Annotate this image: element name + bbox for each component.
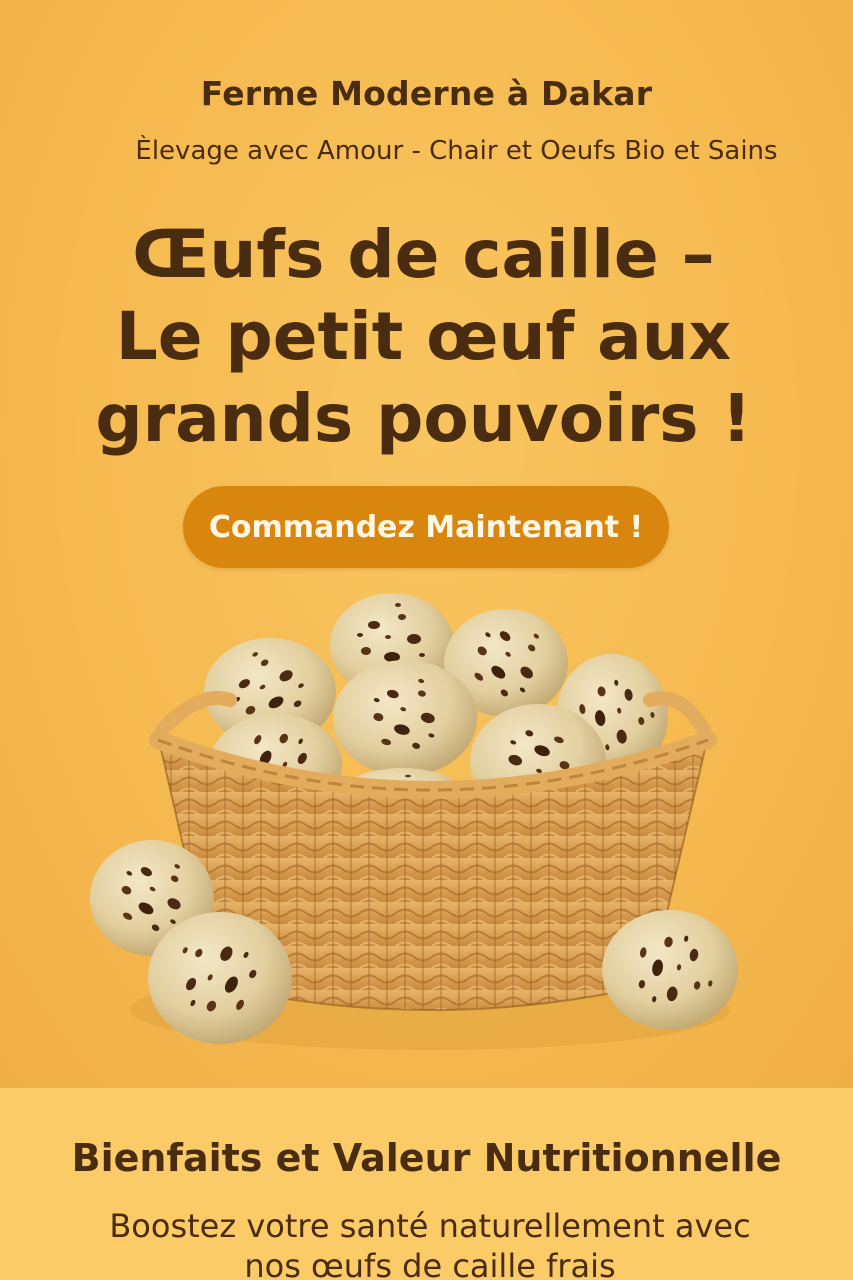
hero-section: Ferme Moderne à Dakar Èlevage avec Amour…	[0, 0, 853, 1088]
benefits-text: Boostez votre santé naturellement avec n…	[109, 1207, 751, 1280]
headline-line: Œufs de caille –	[132, 216, 715, 293]
benefits-title: Bienfaits et Valeur Nutritionnelle	[71, 1136, 782, 1180]
headline-line: Le petit œuf aux	[115, 298, 732, 375]
farm-name: Ferme Moderne à Dakar	[200, 74, 653, 113]
quail-eggs-basket-image	[90, 593, 738, 1050]
benefits-section: Bienfaits et Valeur Nutritionnelle Boost…	[0, 1088, 853, 1280]
order-now-button[interactable]: Commandez Maintenant !	[183, 486, 669, 568]
tagline: Èlevage avec Amour - Chair et Oeufs Bio …	[135, 136, 778, 166]
headline-line: grands pouvoirs !	[95, 380, 752, 457]
hero-headline: Œufs de caille – Le petit œuf aux grands…	[0, 214, 853, 460]
